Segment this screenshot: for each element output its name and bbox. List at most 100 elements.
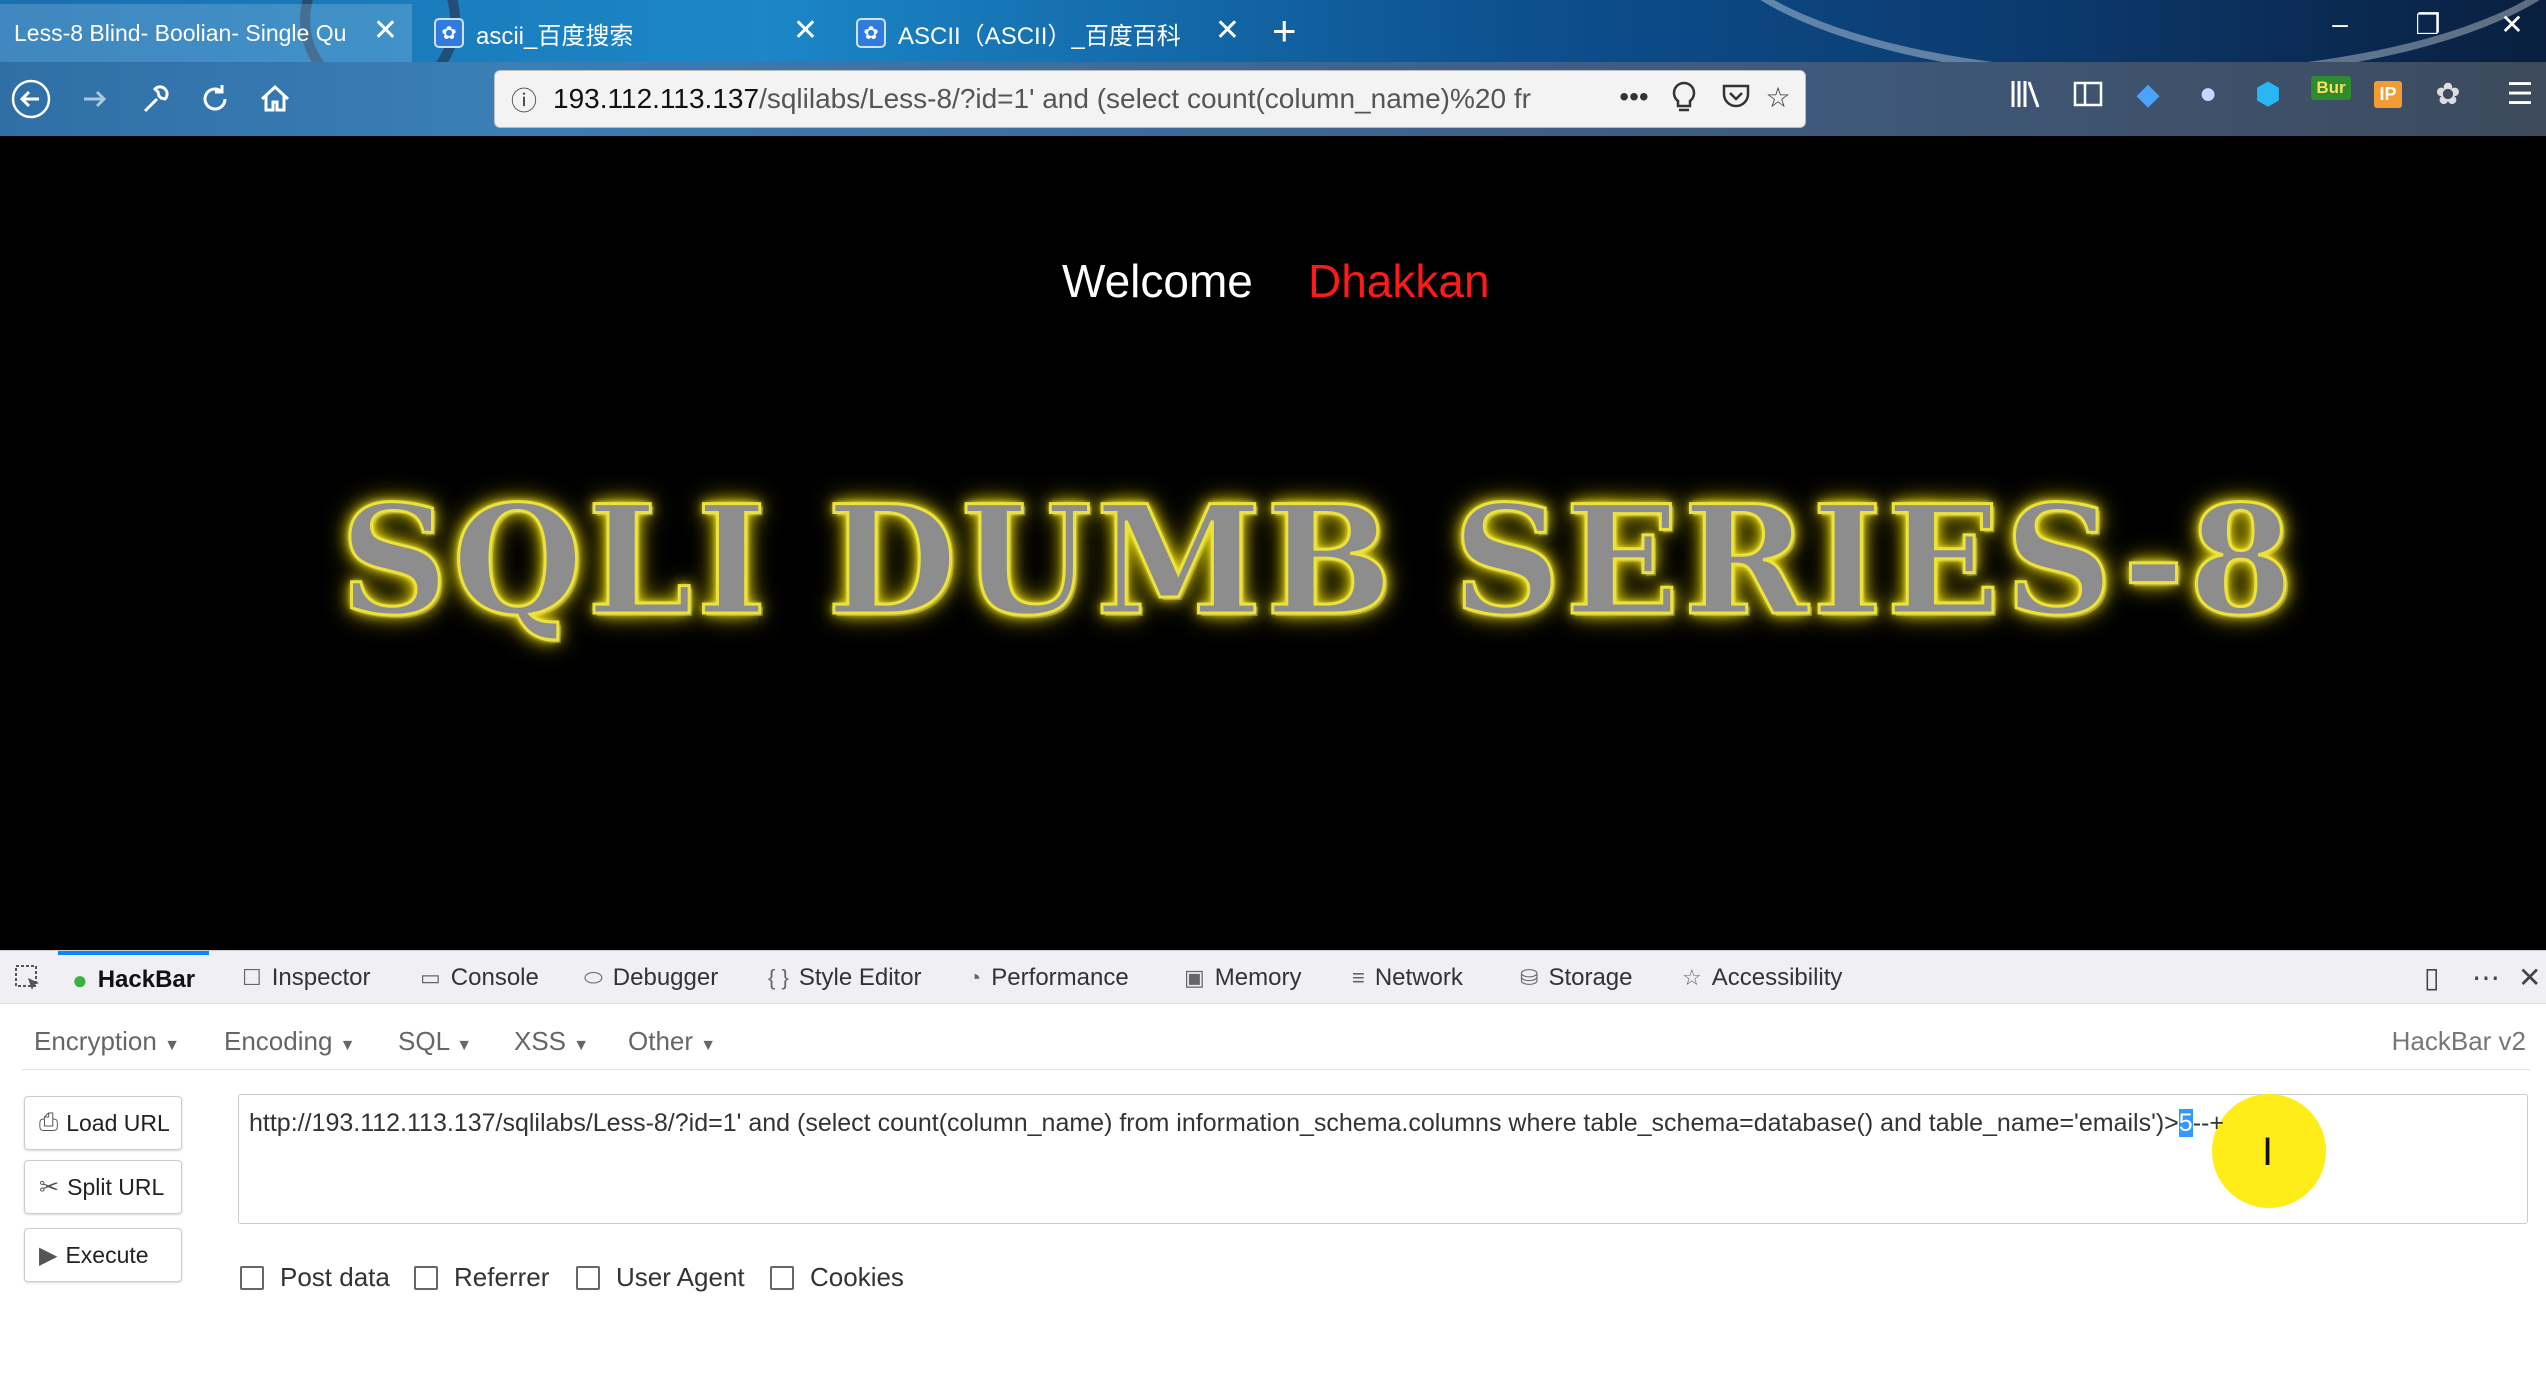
dock-side-icon[interactable]: ▯ <box>2424 961 2439 994</box>
user-name: Dhakkan <box>1308 255 1490 307</box>
tab-inspector[interactable]: ☐ Inspector <box>242 951 370 1005</box>
style-editor-icon: { } <box>768 965 789 990</box>
scissors-icon: ✂ <box>39 1173 60 1201</box>
dropdown-caret-icon: ▼ <box>339 1037 356 1054</box>
accessibility-icon: ☆ <box>1682 965 1702 990</box>
burp-extension-icon[interactable]: Bur <box>2308 68 2354 108</box>
element-picker-icon[interactable] <box>14 951 46 1005</box>
devtools-more-icon[interactable]: ⋯ <box>2472 961 2500 994</box>
menu-label: Other <box>628 1026 694 1056</box>
tab-label: HackBar <box>97 966 196 993</box>
tab-storage[interactable]: ⛁ Storage <box>1520 951 1633 1005</box>
extension-pin-icon[interactable]: ◆ <box>2128 74 2168 114</box>
devtools-close-icon[interactable]: ✕ <box>2518 961 2541 994</box>
post-data-checkbox[interactable]: Post data <box>240 1262 390 1293</box>
pocket-icon[interactable] <box>1715 81 1757 118</box>
tab-label: Debugger <box>612 964 719 991</box>
home-button[interactable] <box>252 76 298 122</box>
ip-extension-icon[interactable]: IP <box>2368 74 2408 114</box>
page-actions-icon[interactable]: ••• <box>1613 81 1655 113</box>
close-tab-icon[interactable]: ✕ <box>793 16 818 46</box>
window-close-button[interactable]: ✕ <box>2482 8 2542 41</box>
tab-network[interactable]: ≡ Network <box>1352 951 1463 1005</box>
wrench-button[interactable] <box>132 76 178 122</box>
address-bar[interactable]: ⓘ 193.112.113.137/sqlilabs/Less-8/?id=1'… <box>494 70 1806 128</box>
menu-sql[interactable]: SQL ▼ <box>398 1026 472 1057</box>
minimize-button[interactable]: – <box>2310 8 2370 40</box>
button-label: Split URL <box>67 1173 165 1200</box>
split-url-button[interactable]: ✂ Split URL <box>24 1160 182 1214</box>
baidu-paw-icon: ✿ <box>856 18 886 48</box>
tab-strip: Less-8 Blind- Boolian- Single Qu ✕ ✿ asc… <box>0 0 2546 62</box>
home-icon <box>260 84 290 112</box>
url-host: 193.112.113.137 <box>553 83 760 114</box>
tab-ascii-search[interactable]: ✿ ascii_百度搜索 ✕ <box>420 4 832 62</box>
pocket-shape <box>1722 84 1750 108</box>
lightbulb-icon[interactable] <box>1663 81 1705 120</box>
tab-accessibility[interactable]: ☆ Accessibility <box>1682 951 1842 1005</box>
hackbar-url-textarea[interactable]: http://193.112.113.137/sqlilabs/Less-8/?… <box>238 1094 2528 1224</box>
back-arrow-icon <box>11 79 51 119</box>
reload-button[interactable] <box>192 76 238 122</box>
welcome-text: Welcome <box>1062 255 1253 307</box>
reload-icon <box>203 85 227 111</box>
extension-hexagon-icon[interactable]: ⬢ <box>2248 74 2288 114</box>
tab-less8[interactable]: Less-8 Blind- Boolian- Single Qu ✕ <box>0 4 412 62</box>
url-input[interactable]: 193.112.113.137/sqlilabs/Less-8/?id=1' a… <box>553 83 1613 115</box>
checkbox-box <box>414 1265 438 1290</box>
execute-button[interactable]: ▶ Execute <box>24 1228 182 1282</box>
close-tab-icon[interactable]: ✕ <box>373 16 398 46</box>
back-button[interactable] <box>8 76 54 122</box>
forward-arrow-icon <box>84 90 107 108</box>
url-path: /sqlilabs/Less-8/?id=1' and (select coun… <box>759 83 1531 114</box>
tab-ascii-baike[interactable]: ✿ ASCII（ASCII）_百度百科 ✕ <box>842 4 1254 62</box>
menu-label: XSS <box>514 1026 567 1056</box>
menu-other[interactable]: Other ▼ <box>628 1026 716 1057</box>
dropdown-caret-icon: ▼ <box>700 1037 717 1054</box>
close-tab-icon[interactable]: ✕ <box>1215 16 1240 46</box>
lightbulb-shape <box>1672 81 1696 112</box>
checkbox-label: Cookies <box>810 1262 904 1292</box>
bookmark-star-icon[interactable]: ☆ <box>1757 81 1799 114</box>
tab-memory[interactable]: ▣ Memory <box>1184 951 1301 1005</box>
library-icon[interactable] <box>2006 74 2046 114</box>
new-tab-button[interactable]: + <box>1272 6 1297 56</box>
wrench-icon <box>143 85 169 113</box>
restore-button[interactable]: ❐ <box>2398 8 2458 41</box>
site-info-icon[interactable]: ⓘ <box>495 81 553 118</box>
tab-console[interactable]: ▭ Console <box>420 951 539 1005</box>
load-url-button[interactable]: ⎙ Load URL <box>24 1096 182 1150</box>
debugger-icon: ⬭ <box>584 965 603 990</box>
forward-button[interactable] <box>72 76 118 122</box>
checkbox-label: Post data <box>280 1262 390 1292</box>
extension-user-icon[interactable]: ● <box>2188 74 2228 114</box>
cookies-checkbox[interactable]: Cookies <box>770 1262 904 1293</box>
checkbox-box <box>576 1265 600 1290</box>
tab-label: Storage <box>1548 964 1633 991</box>
button-label: Load URL <box>66 1109 170 1136</box>
devtools-tab-bar: ● HackBar ☐ Inspector ▭ Console ⬭ Debugger {… <box>0 950 2546 1004</box>
series-banner: SQLI DUMB SERIES-8 <box>339 473 2298 649</box>
user-agent-checkbox[interactable]: User Agent <box>576 1262 745 1293</box>
tab-title: ASCII（ASCII）_百度百科 <box>898 22 1181 50</box>
menu-hamburger-icon[interactable]: ☰ <box>2500 74 2540 114</box>
sidebar-shape <box>2073 81 2103 107</box>
tab-debugger[interactable]: ⬭ Debugger <box>584 951 718 1005</box>
load-url-icon: ⎙ <box>39 1109 59 1136</box>
tab-label: Performance <box>991 964 1129 991</box>
tab-label: Console <box>450 964 539 991</box>
menu-encryption[interactable]: Encryption ▼ <box>34 1026 180 1057</box>
menu-encoding[interactable]: Encoding ▼ <box>224 1026 356 1057</box>
referrer-checkbox[interactable]: Referrer <box>414 1262 549 1293</box>
menu-xss[interactable]: XSS ▼ <box>514 1026 589 1057</box>
sidebar-toggle-icon[interactable] <box>2068 74 2108 114</box>
url-text-before: http://193.112.113.137/sqlilabs/Less-8/?… <box>249 1109 2179 1137</box>
library-shape <box>2011 81 2040 108</box>
play-icon: ▶ <box>39 1241 58 1269</box>
devtools-panel: ● HackBar ☐ Inspector ▭ Console ⬭ Debugger {… <box>0 950 2546 1384</box>
tab-style-editor[interactable]: { } Style Editor <box>768 951 922 1005</box>
tab-hackbar[interactable]: ● HackBar <box>58 951 210 1005</box>
hackbar-menu: Encryption ▼ Encoding ▼ SQL ▼ XSS ▼ Othe… <box>22 1016 2530 1070</box>
tab-performance[interactable]: ◔ Performance <box>968 951 1129 1005</box>
extension-puzzle-icon[interactable]: ✿ <box>2428 74 2468 114</box>
